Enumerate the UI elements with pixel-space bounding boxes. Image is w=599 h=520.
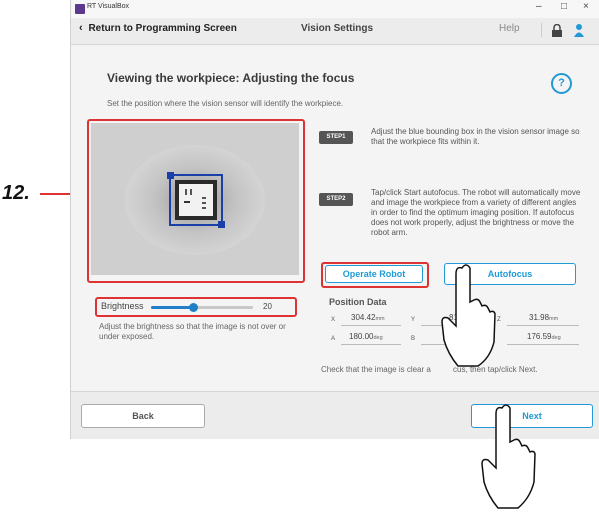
section-subtitle: Set the position where the vision sensor… bbox=[107, 99, 344, 108]
operate-robot-button[interactable]: Operate Robot bbox=[325, 265, 423, 283]
check-instruction: Check that the image is clear a cus, the… bbox=[321, 365, 538, 374]
page-title: Vision Settings bbox=[301, 23, 374, 34]
pos-x-label: X bbox=[331, 317, 336, 323]
step-callout: 12. bbox=[2, 182, 30, 204]
return-label: Return to Programming Screen bbox=[88, 23, 237, 34]
main-content: Viewing the workpiece: Adjusting the foc… bbox=[71, 45, 599, 391]
close-button[interactable]: × bbox=[583, 1, 589, 12]
help-circle-icon[interactable]: ? bbox=[551, 73, 572, 94]
pos-x-underline bbox=[341, 325, 401, 326]
pos-a-underline bbox=[341, 344, 401, 345]
nav-bar: ‹ Return to Programming Screen Vision Se… bbox=[71, 18, 599, 45]
step1-text: Adjust the blue bounding box in the visi… bbox=[371, 127, 580, 146]
pos-c-value: 176.59deg bbox=[527, 332, 561, 341]
hand-pointer-icon bbox=[481, 404, 536, 509]
step1-badge: STEP1 bbox=[319, 131, 353, 144]
camera-image bbox=[91, 123, 299, 275]
maximize-button[interactable]: □ bbox=[561, 1, 567, 12]
user-icon[interactable] bbox=[573, 23, 585, 37]
pos-x-value: 304.42mm bbox=[351, 313, 385, 322]
pos-a-label: A bbox=[331, 336, 336, 342]
app-logo-icon bbox=[75, 4, 85, 14]
minimize-button[interactable]: – bbox=[536, 1, 542, 12]
hand-pointer-icon bbox=[441, 264, 496, 367]
pos-z-value: 31.98mm bbox=[529, 313, 559, 322]
pos-a-value: 180.00deg bbox=[349, 332, 383, 341]
chevron-left-icon: ‹ bbox=[79, 22, 83, 34]
workpiece-image bbox=[91, 123, 299, 275]
brightness-label: Brightness bbox=[101, 301, 144, 311]
step2-text: Tap/click Start autofocus. The robot wil… bbox=[371, 188, 581, 237]
app-window: RT VisualBox – □ × ‹ Return to Programmi… bbox=[70, 0, 599, 439]
title-bar: RT VisualBox – □ × bbox=[71, 0, 599, 18]
nav-divider bbox=[541, 23, 542, 37]
brightness-slider-thumb[interactable] bbox=[189, 303, 198, 312]
position-data-title: Position Data bbox=[329, 297, 387, 307]
return-to-programming-button[interactable]: ‹ Return to Programming Screen bbox=[79, 22, 237, 34]
lock-icon[interactable] bbox=[551, 24, 563, 37]
window-title: RT VisualBox bbox=[87, 3, 130, 10]
brightness-hint: Adjust the brightness so that the image … bbox=[99, 322, 286, 341]
brightness-value: 20 bbox=[263, 302, 272, 311]
step2-badge: STEP2 bbox=[319, 193, 353, 206]
pos-c-underline bbox=[507, 344, 579, 345]
pos-y-label: Y bbox=[411, 317, 416, 323]
help-link[interactable]: Help bbox=[499, 23, 520, 34]
pos-z-underline bbox=[507, 325, 579, 326]
back-button[interactable]: Back bbox=[81, 404, 205, 428]
section-heading: Viewing the workpiece: Adjusting the foc… bbox=[107, 71, 355, 85]
pos-b-label: B bbox=[411, 336, 416, 342]
